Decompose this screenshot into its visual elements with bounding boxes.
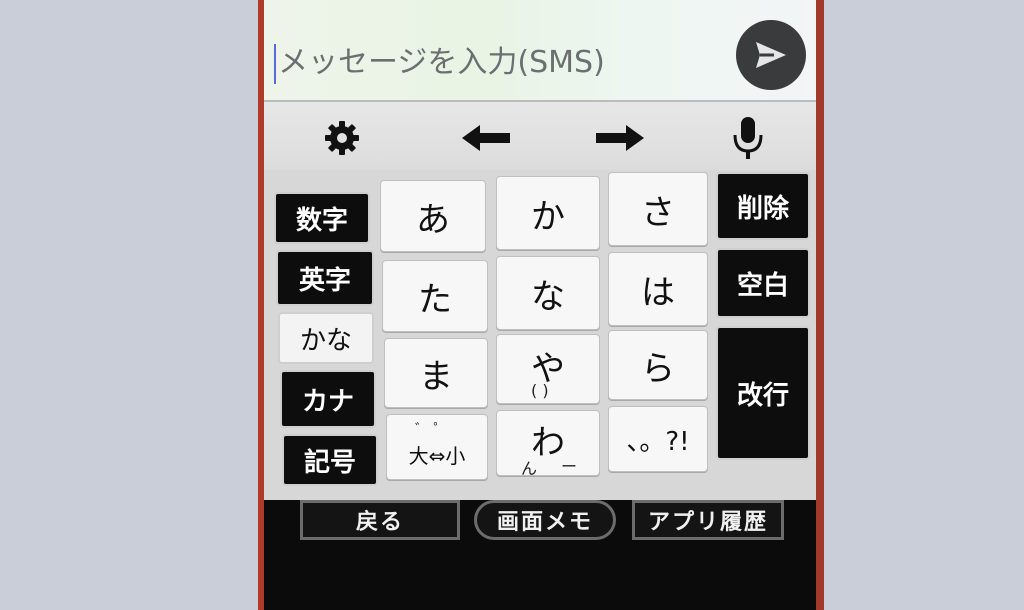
send-icon [756, 42, 786, 68]
app-history-button[interactable]: アプリ履歴 [632, 500, 784, 540]
kana-key-ka[interactable]: か [496, 176, 600, 250]
text-caret [274, 44, 276, 84]
kana-key-wa-sub-n: ん [521, 459, 538, 478]
screen-memo-button[interactable]: 画面メモ [474, 500, 616, 540]
mode-key-hiragana[interactable]: かな [278, 312, 374, 364]
bottom-navigation: 戻る 画面メモ アプリ履歴 [264, 500, 816, 610]
kana-key-ya-sub: ( ) [531, 381, 549, 400]
kana-key-size-toggle-label: 大⇔小 [408, 444, 466, 468]
kana-key-wa-sub-dash: ー [561, 457, 578, 476]
kana-key-ta[interactable]: た [382, 260, 488, 332]
kana-key-punctuation[interactable]: 、。?! [608, 406, 708, 472]
delete-key[interactable]: 削除 [716, 172, 810, 240]
phone-screen: 数字 英字 かな カナ 記号 あ か さ た な は ま や ( ) ら ゛ ゜… [258, 0, 824, 610]
kana-key-a[interactable]: あ [380, 180, 486, 252]
space-key[interactable]: 空白 [716, 248, 810, 318]
kana-keyboard: 数字 英字 かな カナ 記号 あ か さ た な は ま や ( ) ら ゛ ゜… [264, 170, 816, 500]
kana-key-ya[interactable]: や ( ) [496, 334, 600, 404]
phone-case-right [816, 0, 824, 610]
kana-key-size-toggle[interactable]: ゛ ゜ 大⇔小 [386, 414, 488, 480]
message-bar [264, 0, 816, 102]
kana-key-sa[interactable]: さ [608, 172, 708, 246]
gear-icon[interactable] [320, 116, 364, 160]
kana-key-na[interactable]: な [496, 256, 600, 330]
dakuten-marks: ゛ ゜ [415, 422, 448, 438]
mode-key-symbols[interactable]: 記号 [282, 434, 378, 486]
kana-key-ha[interactable]: は [608, 252, 708, 326]
message-input[interactable] [278, 40, 718, 84]
kana-key-ra[interactable]: ら [608, 330, 708, 400]
kana-key-ma[interactable]: ま [384, 338, 488, 408]
kana-key-wa[interactable]: わ ん ー [496, 410, 600, 478]
arrow-left-icon[interactable] [456, 116, 516, 160]
back-button[interactable]: 戻る [300, 500, 460, 540]
mode-key-alphabet[interactable]: 英字 [276, 250, 374, 306]
keyboard-toolbar [264, 102, 816, 170]
mode-key-numbers[interactable]: 数字 [274, 192, 370, 244]
microphone-icon[interactable] [726, 116, 770, 160]
mode-key-katakana[interactable]: カナ [280, 370, 376, 428]
enter-key[interactable]: 改行 [716, 326, 810, 460]
arrow-right-icon[interactable] [590, 116, 650, 160]
send-button[interactable] [736, 20, 806, 90]
